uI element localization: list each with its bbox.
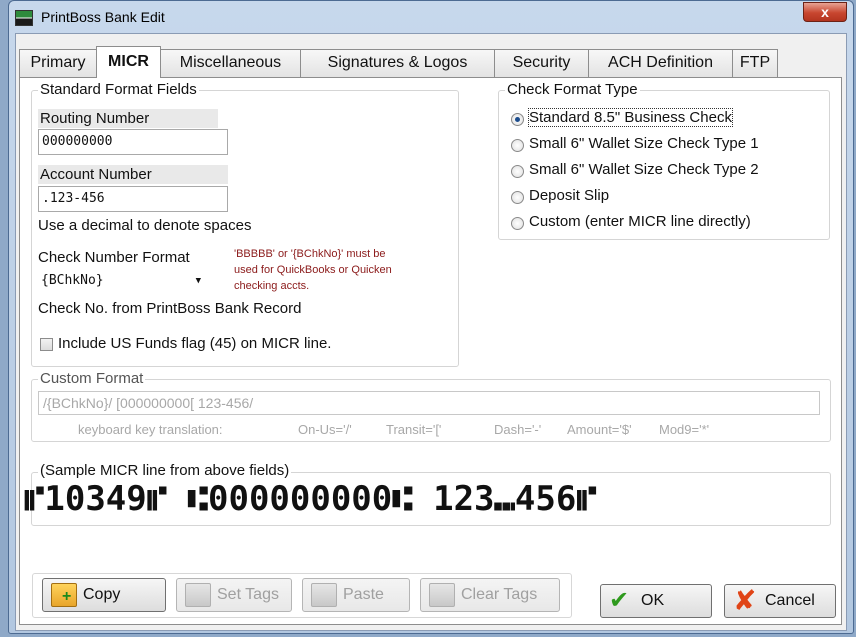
custom-format-field[interactable]: /{BChkNo}/ [000000000[ 123-456/ bbox=[38, 391, 820, 415]
quickbooks-note: 'BBBBB' or '{BChkNo}' must be used for Q… bbox=[234, 246, 444, 294]
radio-wallet-type-2[interactable] bbox=[511, 165, 524, 178]
standard-format-fields-title: Standard Format Fields bbox=[38, 81, 199, 98]
on-us-hint: On-Us='/' bbox=[298, 422, 352, 437]
routing-number-label: Routing Number bbox=[38, 109, 218, 128]
chevron-down-icon[interactable]: ▼ bbox=[196, 276, 201, 286]
cancel-label: Cancel bbox=[765, 592, 815, 609]
title-bar: PrintBoss Bank Edit x bbox=[9, 1, 853, 35]
clear-tags-icon bbox=[429, 583, 455, 607]
check-number-source: Check No. from PrintBoss Bank Record bbox=[38, 300, 302, 317]
account-number-label: Account Number bbox=[38, 165, 228, 184]
check-number-format-select[interactable]: {BChkNo} ▼ bbox=[38, 269, 210, 291]
mod9-hint: Mod9='*' bbox=[659, 422, 710, 437]
dialog-client-area: Primary MICR Miscellaneous Signatures & … bbox=[15, 33, 847, 631]
sample-micr-title: (Sample MICR line from above fields) bbox=[38, 462, 292, 479]
key-translation-label: keyboard key translation: bbox=[78, 422, 223, 437]
check-format-type-title: Check Format Type bbox=[505, 81, 640, 98]
paste-icon bbox=[311, 583, 337, 607]
amount-hint: Amount='$' bbox=[567, 422, 632, 437]
dash-hint: Dash='-' bbox=[494, 422, 542, 437]
radio-standard-business-check[interactable] bbox=[511, 113, 524, 126]
copy-button[interactable]: Copy bbox=[42, 578, 166, 612]
routing-number-field[interactable]: 000000000 bbox=[38, 129, 228, 155]
ok-button[interactable]: ✔ OK bbox=[600, 584, 712, 618]
custom-format-group: Custom Format /{BChkNo}/ [000000000[ 123… bbox=[31, 370, 831, 442]
tab-ach-definition[interactable]: ACH Definition bbox=[588, 49, 733, 77]
note-line-2: used for QuickBooks or Quicken bbox=[234, 264, 392, 276]
tab-ftp[interactable]: FTP bbox=[732, 49, 778, 77]
tab-primary[interactable]: Primary bbox=[19, 49, 97, 77]
copy-icon bbox=[51, 583, 77, 607]
cross-icon: ✘ bbox=[733, 585, 757, 616]
us-funds-label: Include US Funds flag (45) on MICR line. bbox=[58, 335, 332, 352]
sample-micr-group: (Sample MICR line from above fields) ⑈10… bbox=[24, 462, 831, 526]
option-wallet-type-2[interactable]: Small 6" Wallet Size Check Type 2 bbox=[529, 161, 759, 178]
option-deposit-slip[interactable]: Deposit Slip bbox=[529, 187, 609, 204]
ok-label: OK bbox=[641, 592, 665, 609]
clear-tags-button[interactable]: Clear Tags bbox=[420, 578, 560, 612]
copy-label: Copy bbox=[83, 586, 121, 603]
check-format-type-group: Check Format Type Standard 8.5" Business… bbox=[498, 81, 830, 240]
paste-label: Paste bbox=[343, 586, 384, 603]
standard-format-fields-group: Standard Format Fields Routing Number 00… bbox=[31, 81, 459, 367]
option-custom[interactable]: Custom (enter MICR line directly) bbox=[529, 213, 751, 230]
custom-format-title: Custom Format bbox=[38, 370, 146, 387]
tab-miscellaneous[interactable]: Miscellaneous bbox=[160, 49, 301, 77]
printboss-bank-edit-window: PrintBoss Bank Edit x Primary MICR Misce… bbox=[8, 0, 854, 634]
app-icon bbox=[15, 10, 33, 26]
checkmark-icon: ✔ bbox=[609, 587, 630, 614]
tab-micr[interactable]: MICR bbox=[96, 46, 161, 78]
radio-wallet-type-1[interactable] bbox=[511, 139, 524, 152]
tab-security[interactable]: Security bbox=[494, 49, 589, 77]
sample-micr-line: ⑈10349⑈ ⑆000000000⑆ 123⑉456⑈ bbox=[24, 479, 597, 519]
option-standard-business-check[interactable]: Standard 8.5" Business Check bbox=[528, 108, 733, 127]
transit-hint: Transit='[' bbox=[386, 422, 442, 437]
check-number-format-value: {BChkNo} bbox=[41, 273, 104, 288]
micr-tab-panel: Standard Format Fields Routing Number 00… bbox=[19, 77, 842, 625]
cancel-button[interactable]: ✘ Cancel bbox=[724, 584, 836, 618]
radio-custom[interactable] bbox=[511, 217, 524, 230]
note-line-3: checking accts. bbox=[234, 280, 310, 292]
clear-tags-label: Clear Tags bbox=[461, 586, 538, 603]
note-line-1: 'BBBBB' or '{BChkNo}' must be bbox=[234, 248, 386, 260]
set-tags-label: Set Tags bbox=[217, 586, 279, 603]
window-title: PrintBoss Bank Edit bbox=[41, 9, 165, 25]
set-tags-icon bbox=[185, 583, 211, 607]
paste-button[interactable]: Paste bbox=[302, 578, 410, 612]
account-number-field[interactable]: .123-456 bbox=[38, 186, 228, 212]
us-funds-checkbox[interactable] bbox=[40, 338, 53, 351]
decimal-hint: Use a decimal to denote spaces bbox=[38, 217, 252, 234]
set-tags-button[interactable]: Set Tags bbox=[176, 578, 292, 612]
tab-signatures-logos[interactable]: Signatures & Logos bbox=[300, 49, 495, 77]
radio-deposit-slip[interactable] bbox=[511, 191, 524, 204]
check-number-format-label: Check Number Format bbox=[38, 249, 190, 266]
close-button[interactable]: x bbox=[803, 2, 847, 22]
option-wallet-type-1[interactable]: Small 6" Wallet Size Check Type 1 bbox=[529, 135, 759, 152]
